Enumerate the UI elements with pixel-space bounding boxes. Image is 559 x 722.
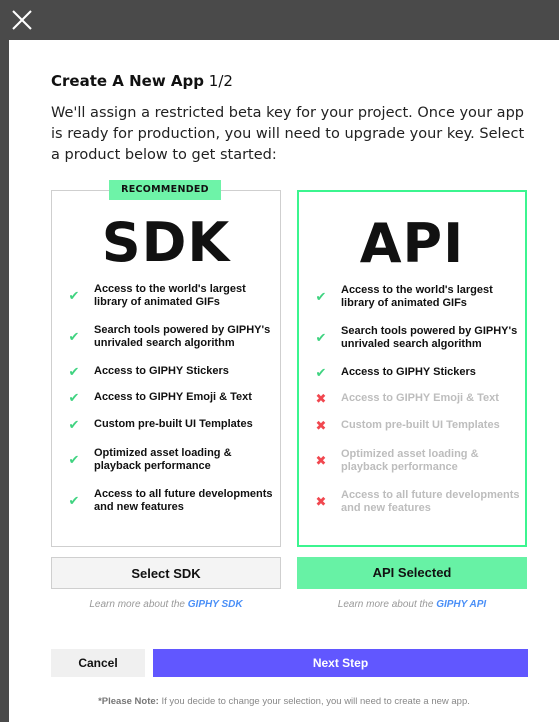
- note-label: *Please Note:: [98, 696, 159, 707]
- sdk-title: SDK: [101, 211, 231, 274]
- note-text: If you decide to change your selection, …: [158, 696, 470, 707]
- api-learn-more: Learn more about the GIPHY API: [297, 599, 527, 610]
- check-icon: ✔: [315, 331, 327, 346]
- feature-text: Access to GIPHY Emoji & Text: [94, 391, 252, 403]
- next-step-button[interactable]: Next Step: [153, 649, 528, 677]
- feature-text: Search tools powered by GIPHY's unrivale…: [94, 324, 271, 349]
- cancel-button[interactable]: Cancel: [51, 649, 145, 677]
- giphy-api-link[interactable]: GIPHY API: [436, 599, 486, 610]
- sdk-card[interactable]: RECOMMENDED SDK ✔ Access to the world's l…: [51, 180, 281, 547]
- check-icon: ✔: [68, 494, 80, 509]
- feature-text: Custom pre-built UI Templates: [341, 419, 500, 431]
- selection-note: *Please Note: If you decide to change yo…: [9, 696, 559, 707]
- check-icon: ✔: [315, 290, 327, 305]
- create-app-dialog: Create A New App 1/2 We'll assign a rest…: [9, 40, 559, 722]
- feature-text: Access to the world's largest library of…: [341, 284, 493, 309]
- check-icon: ✔: [68, 330, 80, 345]
- feature-text: Access to GIPHY Emoji & Text: [341, 392, 499, 404]
- x-icon: ✖: [315, 495, 327, 510]
- check-icon: ✔: [315, 366, 327, 381]
- dialog-intro: We'll assign a restricted beta key for y…: [51, 105, 525, 163]
- check-icon: ✔: [68, 418, 80, 433]
- recommended-badge: RECOMMENDED: [109, 180, 221, 200]
- dialog-step: 1/2: [208, 72, 233, 90]
- feature-text: Optimized asset loading & playback perfo…: [341, 448, 479, 473]
- feature-text: Access to the world's largest library of…: [94, 283, 246, 308]
- api-selected-button[interactable]: API Selected: [297, 557, 527, 589]
- api-card[interactable]: API ✔ Access to the world's largest libra…: [297, 190, 527, 547]
- dialog-title: Create A New App 1/2: [51, 72, 233, 90]
- feature-text: Search tools powered by GIPHY's unrivale…: [341, 325, 518, 350]
- feature-text: Optimized asset loading & playback perfo…: [94, 447, 232, 472]
- feature-text: Access to GIPHY Stickers: [341, 366, 476, 378]
- check-icon: ✔: [68, 391, 80, 406]
- feature-text: Custom pre-built UI Templates: [94, 418, 253, 430]
- backdrop-edge: [0, 40, 9, 722]
- select-sdk-button[interactable]: Select SDK: [51, 557, 281, 589]
- x-icon: ✖: [315, 454, 327, 469]
- sdk-learn-prefix: Learn more about the: [89, 599, 188, 610]
- api-learn-prefix: Learn more about the: [337, 599, 437, 610]
- feature-text: Access to all future developments and ne…: [341, 489, 520, 514]
- close-icon[interactable]: [10, 8, 34, 32]
- x-icon: ✖: [315, 419, 327, 434]
- dialog-title-text: Create A New App: [51, 72, 204, 90]
- giphy-sdk-link[interactable]: GIPHY SDK: [188, 599, 243, 610]
- check-icon: ✔: [68, 289, 80, 304]
- api-title: API: [359, 212, 465, 275]
- feature-text: Access to all future developments and ne…: [94, 488, 273, 513]
- check-icon: ✔: [68, 365, 80, 380]
- check-icon: ✔: [68, 453, 80, 468]
- sdk-learn-more: Learn more about the GIPHY SDK: [51, 599, 281, 610]
- top-bar: [0, 0, 559, 40]
- feature-text: Access to GIPHY Stickers: [94, 365, 229, 377]
- x-icon: ✖: [315, 392, 327, 407]
